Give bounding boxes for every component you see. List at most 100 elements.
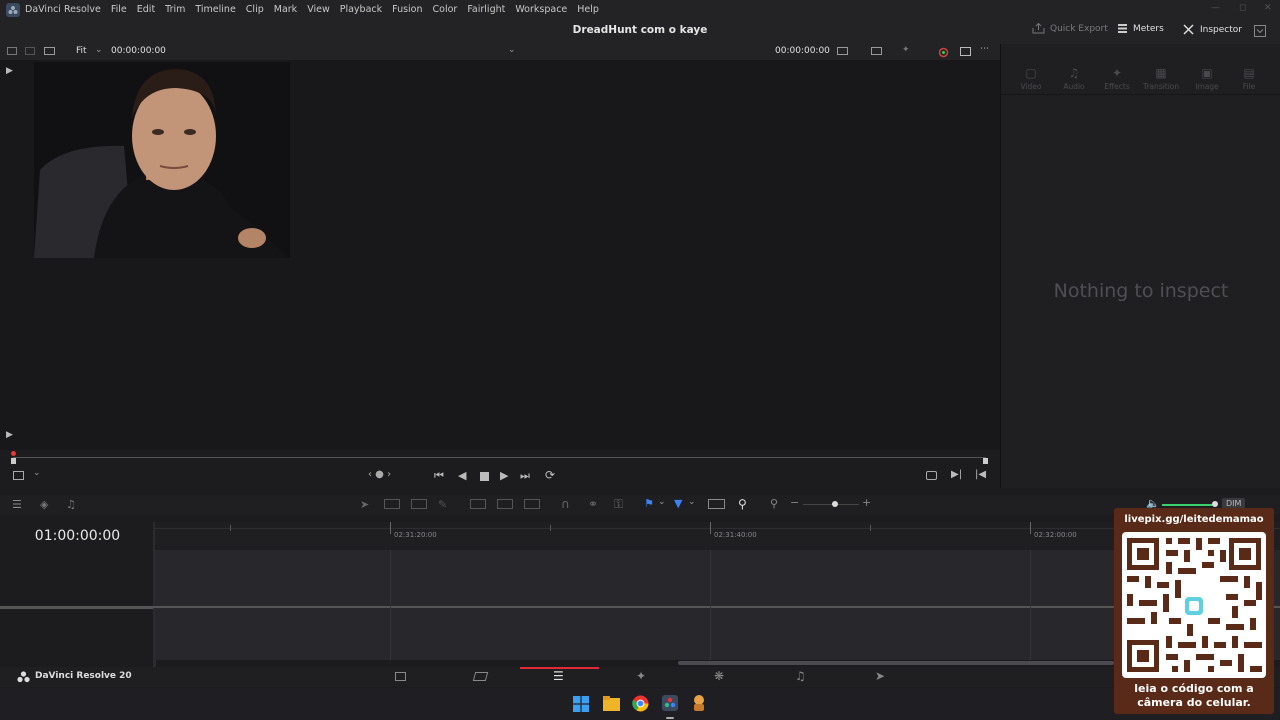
tab-audio[interactable]: ♫ Audio xyxy=(1054,66,1094,91)
davinci-resolve-taskbar-icon[interactable] xyxy=(662,695,678,711)
expand-left-icon[interactable]: ▶ xyxy=(6,66,13,76)
menu-timeline[interactable]: Timeline xyxy=(195,4,235,15)
jog-control-icon[interactable]: ‹ ● › xyxy=(368,469,391,480)
menu-mark[interactable]: Mark xyxy=(274,4,297,15)
timeline-dropdown-chevron-icon[interactable]: ⌄ xyxy=(508,45,516,55)
video-track[interactable] xyxy=(155,550,1280,606)
dynamic-trim-icon[interactable] xyxy=(411,499,427,509)
zoom-slider-track[interactable] xyxy=(803,504,859,505)
menu-playback[interactable]: Playback xyxy=(340,4,382,15)
go-to-start-icon[interactable]: ⏮ xyxy=(434,469,444,483)
safe-area-icon[interactable] xyxy=(13,471,24,480)
timeline-view-options-icon[interactable]: ☰ xyxy=(12,498,22,511)
meters-button[interactable]: Meters xyxy=(1117,23,1164,34)
overwrite-clip-icon[interactable] xyxy=(497,499,513,509)
deliver-page-icon[interactable]: ➤ xyxy=(875,669,885,683)
selection-tool-icon[interactable]: ➤ xyxy=(360,498,369,511)
flag-icon[interactable]: ⚑ xyxy=(644,497,654,510)
zoom-in-icon[interactable]: + xyxy=(862,496,871,509)
audio-track[interactable] xyxy=(155,608,1280,660)
volume-slider-handle[interactable] xyxy=(1212,501,1218,507)
microphone-icon[interactable]: ♫ xyxy=(66,498,76,511)
play-reverse-icon[interactable]: ◀ xyxy=(458,469,466,482)
zoom-slider-handle[interactable] xyxy=(832,501,838,507)
insert-clip-icon[interactable] xyxy=(470,499,486,509)
next-edit-icon[interactable]: ▶| xyxy=(951,469,962,480)
play-icon[interactable]: ▶ xyxy=(500,469,508,482)
tab-video[interactable]: ▢ Video xyxy=(1011,66,1051,91)
stream-app-icon[interactable] xyxy=(691,694,707,712)
output-display-icon[interactable] xyxy=(871,47,882,55)
maximize-icon[interactable]: ◻ xyxy=(1239,3,1246,13)
chrome-icon[interactable] xyxy=(632,695,649,712)
scrubber-track[interactable] xyxy=(13,457,986,458)
timeline-scrollbar[interactable] xyxy=(678,661,1114,665)
tab-effects[interactable]: ✦ Effects xyxy=(1097,66,1137,91)
marker-chevron-icon[interactable]: ⌄ xyxy=(688,497,696,507)
tab-image[interactable]: ▣ Image xyxy=(1187,66,1227,91)
viewer-scrubber[interactable] xyxy=(0,450,1000,466)
trim-tool-icon[interactable] xyxy=(384,499,400,509)
zoom-fit-dropdown[interactable]: Fit xyxy=(76,46,87,56)
menu-help[interactable]: Help xyxy=(577,4,599,15)
menu-trim[interactable]: Trim xyxy=(165,4,185,15)
stop-icon[interactable] xyxy=(480,472,489,481)
detail-zoom-icon[interactable]: ⚲ xyxy=(738,497,747,511)
replace-clip-icon[interactable] xyxy=(524,499,540,509)
playhead-marker[interactable] xyxy=(11,451,16,456)
close-icon[interactable]: ✕ xyxy=(1264,3,1272,13)
scrubber-start-handle[interactable] xyxy=(11,458,16,464)
media-page-icon[interactable] xyxy=(395,672,406,681)
marker-icon[interactable]: ▼ xyxy=(674,497,682,510)
snapping-icon[interactable]: ∩ xyxy=(561,497,570,511)
timeline-ruler[interactable]: 02:31:20:00 02:31:40:00 02:32:00:00 xyxy=(155,522,1280,550)
zoom-out-icon[interactable]: − xyxy=(790,496,799,509)
fusion-page-icon[interactable]: ✦ xyxy=(636,669,646,683)
dual-viewer-icon[interactable] xyxy=(960,47,971,56)
media-pool-icon[interactable] xyxy=(7,47,17,55)
inspector-button[interactable]: Inspector xyxy=(1182,23,1242,36)
color-wheel-icon[interactable] xyxy=(938,47,949,58)
menu-workspace[interactable]: Workspace xyxy=(515,4,567,15)
track-height-icon[interactable]: ◈ xyxy=(40,498,48,511)
lock-icon[interactable]: ⚿ xyxy=(614,497,623,512)
safe-area-chevron-icon[interactable]: ⌄ xyxy=(33,468,41,478)
volume-slider-fill[interactable] xyxy=(1162,504,1214,506)
menu-edit[interactable]: Edit xyxy=(137,4,155,15)
chevron-down-icon[interactable]: ⌄ xyxy=(95,45,103,55)
loop-icon[interactable]: ⟳ xyxy=(545,468,555,482)
cut-page-icon[interactable] xyxy=(472,672,489,681)
go-to-end-icon[interactable]: ⏭ xyxy=(520,469,530,483)
menu-color[interactable]: Color xyxy=(433,4,458,15)
expand-panel-icon[interactable] xyxy=(1254,25,1266,37)
match-frame-icon[interactable] xyxy=(926,471,937,480)
menu-file[interactable]: File xyxy=(111,4,127,15)
zoom-search-icon[interactable]: ⚲ xyxy=(770,497,778,510)
overlay-tool-icon[interactable]: ✦ xyxy=(902,45,910,55)
tab-file[interactable]: ▤ File xyxy=(1229,66,1269,91)
more-options-icon[interactable]: ⋯ xyxy=(980,44,989,54)
tab-transition-label: Transition xyxy=(1142,82,1180,91)
menu-clip[interactable]: Clip xyxy=(246,4,264,15)
menu-fairlight[interactable]: Fairlight xyxy=(467,4,505,15)
clip-view-icon[interactable] xyxy=(25,47,35,55)
edit-page-icon[interactable]: ☰ xyxy=(553,669,564,683)
viewer-size-icon[interactable] xyxy=(837,47,848,55)
file-explorer-icon[interactable] xyxy=(603,696,620,711)
minimize-icon[interactable]: — xyxy=(1211,3,1220,13)
color-page-icon[interactable]: ❋ xyxy=(714,669,724,683)
menu-fusion[interactable]: Fusion xyxy=(392,4,422,15)
full-extent-zoom-icon[interactable] xyxy=(708,499,725,509)
menu-view[interactable]: View xyxy=(307,4,330,15)
fairlight-page-icon[interactable]: ♫ xyxy=(795,669,806,683)
scrubber-end-handle[interactable] xyxy=(983,458,988,464)
collapse-left-icon[interactable]: ▶ xyxy=(6,430,13,440)
prev-edit-icon[interactable]: |◀ xyxy=(975,469,986,480)
thumbnail-view-icon[interactable] xyxy=(44,47,55,55)
tab-transition[interactable]: ▦ Transition xyxy=(1137,66,1185,91)
blade-tool-icon[interactable]: ✎ xyxy=(438,498,447,511)
flag-chevron-icon[interactable]: ⌄ xyxy=(658,497,666,507)
windows-start-icon[interactable] xyxy=(573,696,589,712)
quick-export-button[interactable]: Quick Export xyxy=(1032,23,1108,34)
link-icon[interactable]: ⚭ xyxy=(588,497,598,511)
